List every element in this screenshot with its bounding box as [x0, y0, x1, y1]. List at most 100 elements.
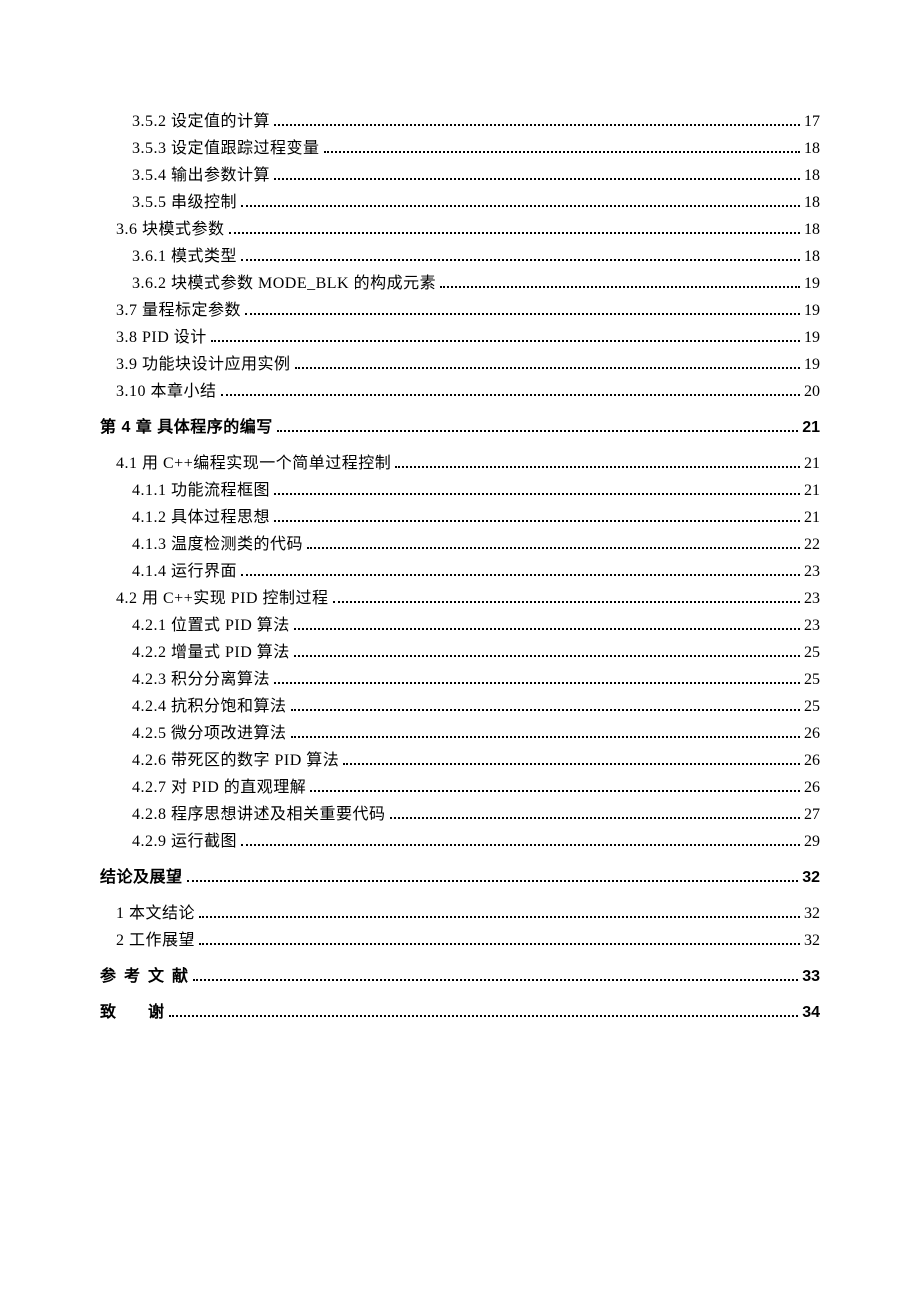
toc-entry-label: 4.2.6 带死区的数字 PID 算法	[132, 749, 339, 773]
toc-entry-label: 4.2.7 对 PID 的直观理解	[132, 776, 306, 800]
toc-leader-dots	[291, 724, 800, 738]
toc-entry: 参考文献33	[100, 965, 820, 989]
toc-entry-page: 18	[804, 137, 820, 161]
toc-entry-label: 3.10 本章小结	[116, 380, 217, 404]
toc-entry: 3.6.1 模式类型 18	[100, 245, 820, 269]
toc-entry-page: 26	[804, 722, 820, 746]
toc-entry: 4.2.7 对 PID 的直观理解 26	[100, 776, 820, 800]
toc-entry: 3.6.2 块模式参数 MODE_BLK 的构成元素19	[100, 272, 820, 296]
toc-entry-label: 结论及展望	[100, 866, 183, 890]
toc-leader-dots	[440, 274, 800, 288]
toc-entry-page: 18	[804, 191, 820, 215]
toc-entry-page: 23	[804, 560, 820, 584]
toc-entry-label: 4.1 用 C++编程实现一个简单过程控制	[116, 452, 391, 476]
toc-leader-dots	[310, 778, 800, 792]
toc-entry: 4.1.3 温度检测类的代码22	[100, 533, 820, 557]
toc-entry: 4.2.8 程序思想讲述及相关重要代码27	[100, 803, 820, 827]
toc-entry: 4.1 用 C++编程实现一个简单过程控制 21	[100, 452, 820, 476]
toc-entry-page: 26	[804, 776, 820, 800]
toc-entry-page: 18	[804, 245, 820, 269]
toc-entry-label: 3.5.4 输出参数计算	[132, 164, 270, 188]
toc-entry-label: 3.9 功能块设计应用实例	[116, 353, 291, 377]
toc-entry: 4.2.6 带死区的数字 PID 算法 26	[100, 749, 820, 773]
toc-entry: 4.2.3 积分分离算法25	[100, 668, 820, 692]
toc-entry-page: 21	[804, 452, 820, 476]
toc-entry: 3.6 块模式参数18	[100, 218, 820, 242]
toc-entry-label: 4.1.4 运行界面	[132, 560, 237, 584]
toc-entry: 4.1.4 运行界面 23	[100, 560, 820, 584]
toc-entry-label: 4.2.8 程序思想讲述及相关重要代码	[132, 803, 386, 827]
toc-leader-dots	[199, 931, 800, 945]
toc-entry-label: 4.1.3 温度检测类的代码	[132, 533, 303, 557]
toc-entry: 第 4 章 具体程序的编写21	[100, 416, 820, 440]
toc-entry-page: 32	[804, 902, 820, 926]
toc-entry-label: 3.6.1 模式类型	[132, 245, 237, 269]
toc-entry-page: 19	[804, 299, 820, 323]
toc-leader-dots	[343, 751, 800, 765]
toc-entry-page: 25	[804, 695, 820, 719]
toc-entry-label: 4.2.2 增量式 PID 算法	[132, 641, 290, 665]
toc-entry-page: 19	[804, 353, 820, 377]
toc-entry: 3.5.5 串级控制 18	[100, 191, 820, 215]
toc-entry-label: 3.7 量程标定参数	[116, 299, 241, 323]
toc-leader-dots	[291, 697, 800, 711]
toc-entry-page: 23	[804, 587, 820, 611]
toc-entry: 4.2.4 抗积分饱和算法 25	[100, 695, 820, 719]
toc-leader-dots	[169, 1003, 799, 1017]
toc-entry: 3.7 量程标定参数 19	[100, 299, 820, 323]
toc-leader-dots	[274, 670, 800, 684]
toc-entry-page: 21	[804, 479, 820, 503]
toc-entry-page: 18	[804, 218, 820, 242]
toc-leader-dots	[390, 805, 800, 819]
toc-entry: 2 工作展望 32	[100, 929, 820, 953]
toc-entry-label: 3.5.3 设定值跟踪过程变量	[132, 137, 320, 161]
toc-leader-dots	[277, 418, 798, 432]
toc-leader-dots	[294, 616, 800, 630]
toc-entry-label: 3.6.2 块模式参数 MODE_BLK 的构成元素	[132, 272, 436, 296]
toc-entry-page: 21	[804, 506, 820, 530]
toc-entry: 结论及展望 32	[100, 866, 820, 890]
toc-leader-dots	[193, 967, 799, 981]
toc-entry-page: 32	[804, 929, 820, 953]
toc-entry-label: 3.5.5 串级控制	[132, 191, 237, 215]
toc-leader-dots	[274, 508, 800, 522]
toc-leader-dots	[274, 112, 800, 126]
toc-entry-page: 32	[802, 866, 820, 890]
toc-entry-label: 4.2.4 抗积分饱和算法	[132, 695, 287, 719]
toc-leader-dots	[241, 247, 800, 261]
toc-leader-dots	[274, 481, 800, 495]
toc-entry: 致谢 34	[100, 1001, 820, 1025]
toc-entry-label: 1 本文结论	[116, 902, 195, 926]
toc-leader-dots	[307, 535, 800, 549]
toc-entry: 4.2.2 增量式 PID 算法25	[100, 641, 820, 665]
toc-entry-label: 3.5.2 设定值的计算	[132, 110, 270, 134]
toc-entry-label: 4.1.1 功能流程框图	[132, 479, 270, 503]
toc-entry: 3.5.4 输出参数计算18	[100, 164, 820, 188]
toc-entry: 4.2 用 C++实现 PID 控制过程23	[100, 587, 820, 611]
toc-leader-dots	[241, 193, 800, 207]
toc-entry-label: 4.2.9 运行截图	[132, 830, 237, 854]
toc-leader-dots	[211, 328, 800, 342]
toc-leader-dots	[274, 166, 800, 180]
toc-entry-label: 4.1.2 具体过程思想	[132, 506, 270, 530]
toc-entry-page: 21	[802, 416, 820, 440]
toc-entry-label: 2 工作展望	[116, 929, 195, 953]
toc-entry-page: 34	[802, 1001, 820, 1025]
toc-entry: 4.1.2 具体过程思想 21	[100, 506, 820, 530]
toc-entry-page: 20	[804, 380, 820, 404]
toc-entry-page: 25	[804, 668, 820, 692]
toc-entry: 3.8 PID 设计19	[100, 326, 820, 350]
toc-leader-dots	[229, 220, 800, 234]
toc-leader-dots	[333, 589, 800, 603]
toc-entry-label: 致谢	[100, 1001, 165, 1025]
toc-entry: 3.5.3 设定值跟踪过程变量 18	[100, 137, 820, 161]
toc-leader-dots	[187, 868, 799, 882]
toc-entry-page: 26	[804, 749, 820, 773]
toc-entry: 4.2.9 运行截图29	[100, 830, 820, 854]
toc-entry: 3.9 功能块设计应用实例 19	[100, 353, 820, 377]
toc-leader-dots	[245, 301, 800, 315]
toc-entry: 3.5.2 设定值的计算17	[100, 110, 820, 134]
toc-leader-dots	[199, 904, 800, 918]
toc-entry-page: 23	[804, 614, 820, 638]
toc-entry-label: 参考文献	[100, 965, 189, 989]
